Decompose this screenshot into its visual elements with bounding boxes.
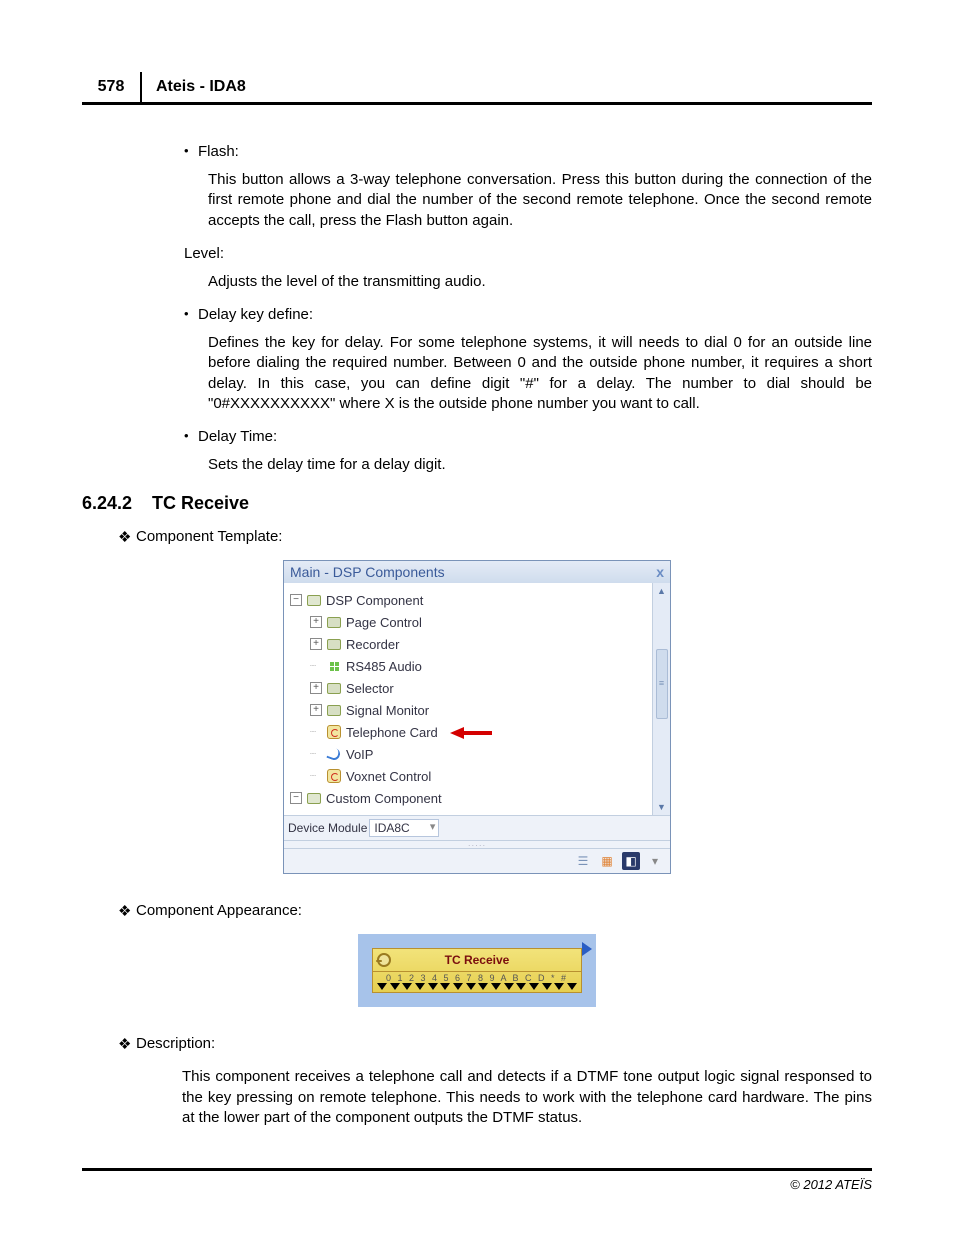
tree-root-custom[interactable]: − Custom Component [288, 787, 650, 809]
bullet-flash-body: This button allows a 3-way telephone con… [208, 170, 872, 231]
bullet-flash-label: Flash: [198, 143, 239, 160]
list-view-icon[interactable]: ☰ [574, 852, 592, 870]
subhead-appearance-label: Component Appearance: [136, 902, 302, 920]
panel-title-text: Main - DSP Components [290, 564, 445, 580]
level-body: Adjusts the level of the transmitting au… [208, 272, 872, 292]
component-tree[interactable]: − DSP Component + Page Control + Recorde… [284, 583, 652, 815]
tree-item-telephone-card[interactable]: ┈ Telephone Card [288, 721, 650, 743]
panel-toolbar: ☰ ▦ ◧ ▾ [284, 848, 670, 873]
section-heading: 6.24.2 TC Receive [82, 493, 872, 514]
bullet-delay-time-body: Sets the delay time for a delay digit. [208, 455, 872, 475]
bullet-delay-key: • Delay key define: [184, 306, 872, 323]
highlight-arrow-icon [448, 724, 492, 740]
section-title: TC Receive [152, 493, 249, 514]
tree-item-voxnet[interactable]: ┈ Voxnet Control [288, 765, 650, 787]
tree-scrollbar[interactable]: ▲ ▼ [652, 583, 670, 815]
subhead-description: ❖ Description: [118, 1035, 872, 1053]
page-number: 578 [82, 72, 142, 102]
tree-item-page-control[interactable]: + Page Control [288, 611, 650, 633]
subhead-description-label: Description: [136, 1035, 215, 1053]
dsp-components-panel: Main - DSP Components x − DSP Component … [283, 560, 671, 874]
component-output-pins [373, 983, 581, 992]
component-tool-icon[interactable]: ◧ [622, 852, 640, 870]
tree-item-label: Telephone Card [346, 725, 438, 740]
tree-root-dsp[interactable]: − DSP Component [288, 589, 650, 611]
component-icon [326, 724, 342, 740]
document-page: 578 Ateis - IDA8 • Flash: This button al… [0, 0, 954, 1232]
scroll-up-icon[interactable]: ▲ [654, 583, 670, 599]
page-header: 578 Ateis - IDA8 [82, 72, 872, 105]
tree-item-label: VoIP [346, 747, 373, 762]
component-icon [326, 768, 342, 784]
folder-icon [326, 636, 342, 652]
tree-item-signal-monitor[interactable]: + Signal Monitor [288, 699, 650, 721]
expand-icon[interactable]: + [310, 704, 322, 716]
tree-item-label: RS485 Audio [346, 659, 422, 674]
folder-icon [326, 614, 342, 630]
panel-grip[interactable]: ····· [284, 840, 670, 848]
subhead-appearance: ❖ Component Appearance: [118, 902, 872, 920]
tree-item-label: Page Control [346, 615, 422, 630]
description-body: This component receives a telephone call… [182, 1067, 872, 1128]
collapse-icon[interactable]: − [290, 792, 302, 804]
bullet-delay-time: • Delay Time: [184, 428, 872, 445]
scroll-thumb[interactable] [656, 649, 668, 719]
collapse-icon[interactable]: − [290, 594, 302, 606]
component-pin-labels: 0 1 2 3 4 5 6 7 8 9 A B C D * # [373, 972, 581, 983]
panel-close-button[interactable]: x [656, 564, 664, 580]
bullet-delay-key-body: Defines the key for delay. For some tele… [208, 333, 872, 414]
tree-item-label: Recorder [346, 637, 399, 652]
tree-item-selector[interactable]: + Selector [288, 677, 650, 699]
folder-icon [326, 680, 342, 696]
expand-icon[interactable]: + [310, 682, 322, 694]
tree-root-label: DSP Component [326, 593, 423, 608]
device-module-label: Device Module [288, 821, 367, 835]
tree-root-label: Custom Component [326, 791, 442, 806]
scroll-track[interactable] [654, 599, 670, 799]
section-number: 6.24.2 [82, 493, 152, 514]
tree-item-voip[interactable]: ┈ VoIP [288, 743, 650, 765]
expand-icon[interactable]: + [310, 638, 322, 650]
device-module-row: Device Module IDA8C [284, 815, 670, 840]
component-body[interactable]: TC Receive 0 1 2 3 4 5 6 7 8 9 A B C D *… [372, 948, 582, 993]
folder-icon [326, 702, 342, 718]
output-arrow-icon [582, 942, 592, 956]
level-label: Level: [184, 245, 872, 262]
voip-icon [326, 746, 342, 762]
page-footer: © 2012 ATEÏS [82, 1168, 872, 1192]
audio-dots-icon [326, 658, 342, 674]
device-module-dropdown[interactable]: IDA8C [369, 819, 439, 837]
folder-open-icon [306, 790, 322, 806]
folder-open-icon [306, 592, 322, 608]
tree-item-recorder[interactable]: + Recorder [288, 633, 650, 655]
tree-item-label: Voxnet Control [346, 769, 431, 784]
expand-icon[interactable]: + [310, 616, 322, 628]
tree-item-rs485[interactable]: ┈ RS485 Audio [288, 655, 650, 677]
tc-receive-component: TC Receive 0 1 2 3 4 5 6 7 8 9 A B C D *… [358, 934, 596, 1007]
palette-icon[interactable]: ▦ [598, 852, 616, 870]
component-title: TC Receive [445, 953, 510, 967]
component-handle-icon[interactable] [377, 953, 391, 967]
subhead-template-label: Component Template: [136, 528, 282, 546]
bullet-flash: • Flash: [184, 143, 872, 160]
bullet-delay-time-label: Delay Time: [198, 428, 277, 445]
subhead-template: ❖ Component Template: [118, 528, 872, 546]
dropdown-caret-icon[interactable]: ▾ [646, 852, 664, 870]
tree-item-label: Signal Monitor [346, 703, 429, 718]
panel-titlebar[interactable]: Main - DSP Components x [284, 561, 670, 583]
tree-item-label: Selector [346, 681, 394, 696]
bullet-delay-key-label: Delay key define: [198, 306, 313, 323]
document-title: Ateis - IDA8 [142, 72, 246, 102]
scroll-down-icon[interactable]: ▼ [654, 799, 670, 815]
